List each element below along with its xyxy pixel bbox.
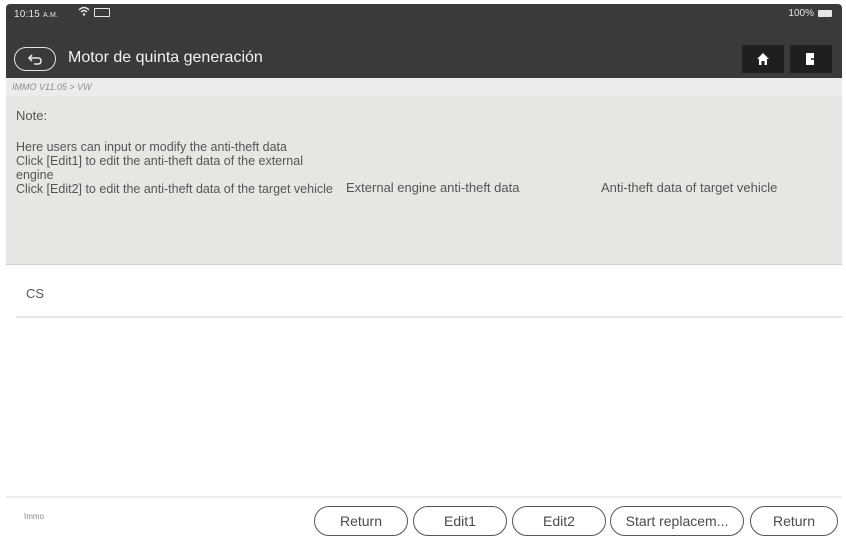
status-bar: 10:15 A.M. 100% <box>6 4 842 40</box>
return-button-2[interactable]: Return <box>750 506 838 536</box>
battery-percent: 100% <box>788 8 814 19</box>
edit1-button[interactable]: Edit1 <box>413 506 507 536</box>
note-text: Here users can input or modify the anti-… <box>16 140 333 196</box>
battery-icon <box>94 8 110 17</box>
row-label: CS <box>26 286 45 301</box>
return-button[interactable]: Return <box>314 506 408 536</box>
back-button[interactable] <box>14 47 56 71</box>
status-time: 10:15 A.M. <box>14 9 59 20</box>
page-title: Motor de quinta generación <box>68 49 263 66</box>
exit-icon <box>806 53 818 65</box>
note-label: Note: <box>16 108 48 123</box>
app-window: 10:15 A.M. 100% Motor de quinta generaci… <box>6 4 842 536</box>
start-replacement-button[interactable]: Start replacem... <box>610 506 744 536</box>
exit-button[interactable] <box>790 45 832 73</box>
footer-label: Immo <box>24 512 44 521</box>
column-header-external: External engine anti-theft data <box>346 180 520 195</box>
back-arrow-icon <box>28 54 42 65</box>
table-row[interactable]: CS <box>16 268 842 318</box>
table-header: Note: Here users can input or modify the… <box>6 96 842 265</box>
battery-full-icon <box>818 10 832 17</box>
wifi-icon <box>78 6 90 19</box>
edit2-button[interactable]: Edit2 <box>512 506 606 536</box>
status-right: 100% <box>788 8 832 19</box>
footer-bar: Immo Return Edit1 Edit2 Start replacem..… <box>6 496 842 536</box>
home-icon <box>757 53 769 65</box>
breadcrumb: IMMO V11.05 > VW <box>6 78 842 96</box>
column-header-target: Anti-theft data of target vehicle <box>601 180 778 195</box>
home-button[interactable] <box>742 45 784 73</box>
title-bar: Motor de quinta generación <box>6 40 842 78</box>
